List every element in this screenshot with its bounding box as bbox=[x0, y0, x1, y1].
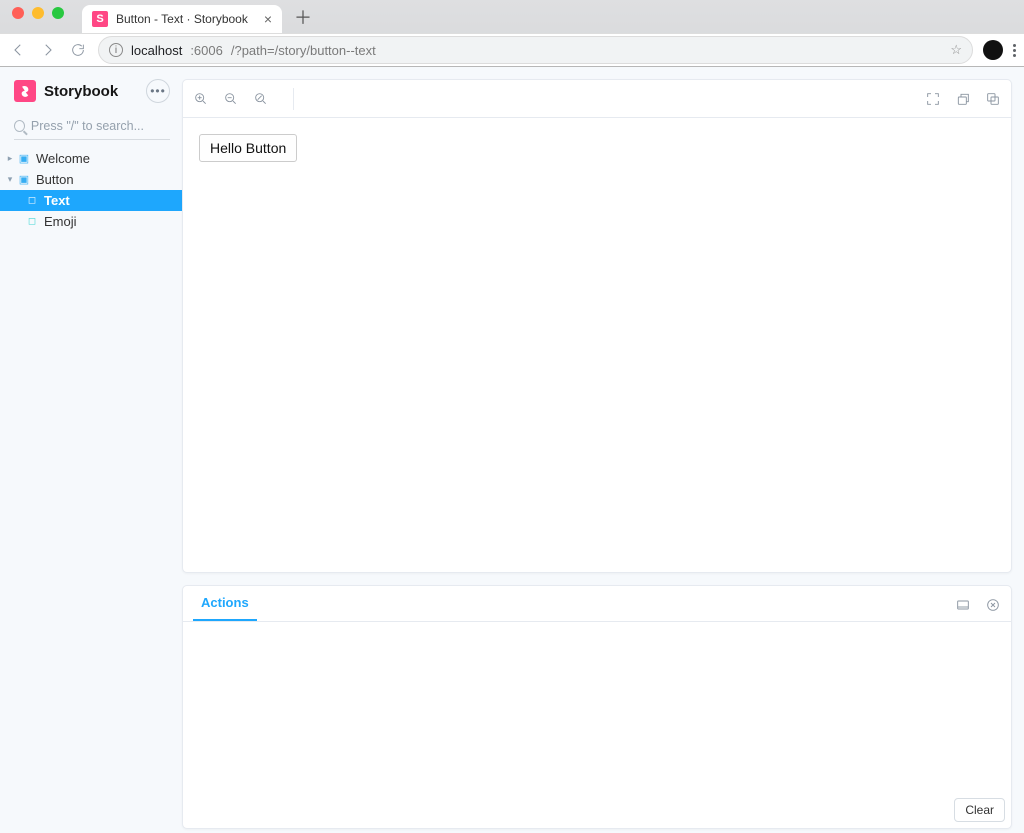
preview-toolbar bbox=[183, 80, 1011, 118]
minimize-window-icon[interactable] bbox=[32, 7, 44, 19]
sidebar-header: Storybook ••• bbox=[0, 79, 182, 113]
component-icon: ▣ bbox=[18, 173, 30, 186]
tree-label: Text bbox=[42, 193, 70, 208]
bookmark-icon[interactable]: ☆ bbox=[950, 42, 962, 58]
url-port: :6006 bbox=[190, 43, 223, 58]
search-icon bbox=[14, 120, 25, 132]
tab-title: Button - Text · Storybook bbox=[116, 12, 248, 26]
site-info-icon[interactable]: i bbox=[109, 43, 123, 57]
new-tab-button[interactable]: ＋ bbox=[290, 4, 316, 30]
storybook-app: Storybook ••• ▸ ▣ Welcome ▾ ▣ Button ◻ T… bbox=[0, 67, 1024, 833]
component-icon: ▣ bbox=[18, 152, 30, 165]
tab-actions[interactable]: Actions bbox=[193, 586, 257, 621]
preview-panel: Hello Button bbox=[182, 79, 1012, 573]
addons-close-icon[interactable] bbox=[985, 597, 1001, 613]
main: Hello Button Actions Clear bbox=[182, 67, 1024, 833]
browser-tab[interactable]: S Button - Text · Storybook × bbox=[82, 5, 282, 33]
zoom-reset-icon[interactable] bbox=[253, 91, 269, 107]
favicon-icon: S bbox=[92, 11, 108, 27]
addons-tabs: Actions bbox=[183, 586, 1011, 622]
caret-down-icon: ▾ bbox=[6, 174, 14, 185]
maximize-window-icon[interactable] bbox=[52, 7, 64, 19]
sidebar-menu-button[interactable]: ••• bbox=[146, 79, 170, 103]
open-isolate-icon[interactable] bbox=[955, 91, 971, 107]
window-controls bbox=[8, 7, 72, 27]
story-tree: ▸ ▣ Welcome ▾ ▣ Button ◻ Text ◻ Emoji bbox=[0, 148, 182, 232]
copy-link-icon[interactable] bbox=[985, 91, 1001, 107]
addons-body: Clear bbox=[183, 622, 1011, 828]
addons-panel: Actions Clear bbox=[182, 585, 1012, 829]
browser-menu-icon[interactable] bbox=[1013, 44, 1016, 57]
zoom-out-icon[interactable] bbox=[223, 91, 239, 107]
tree-group-button[interactable]: ▾ ▣ Button bbox=[0, 169, 182, 190]
tab-strip: S Button - Text · Storybook × ＋ bbox=[0, 0, 1024, 33]
url-path: /?path=/story/button--text bbox=[231, 43, 376, 58]
address-bar[interactable]: i localhost :6006 /?path=/story/button--te… bbox=[98, 36, 973, 64]
tree-story-text[interactable]: ◻ Text bbox=[0, 190, 182, 211]
browser-nav-bar: i localhost :6006 /?path=/story/button--te… bbox=[0, 33, 1024, 66]
zoom-in-icon[interactable] bbox=[193, 91, 209, 107]
tree-label: Button bbox=[34, 172, 74, 187]
close-tab-icon[interactable]: × bbox=[264, 11, 272, 27]
tree-label: Welcome bbox=[34, 151, 90, 166]
search-input[interactable] bbox=[31, 119, 170, 133]
addons-orientation-icon[interactable] bbox=[955, 597, 971, 613]
close-window-icon[interactable] bbox=[12, 7, 24, 19]
caret-right-icon: ▸ bbox=[6, 153, 14, 164]
storybook-logo-icon bbox=[14, 80, 36, 102]
preview-canvas: Hello Button bbox=[183, 118, 1011, 572]
bookmark-icon: ◻ bbox=[26, 195, 38, 206]
bookmark-icon: ◻ bbox=[26, 216, 38, 227]
browser-chrome: S Button - Text · Storybook × ＋ i localh… bbox=[0, 0, 1024, 67]
toolbar-separator bbox=[293, 88, 294, 110]
tree-story-emoji[interactable]: ◻ Emoji bbox=[0, 211, 182, 232]
hello-button[interactable]: Hello Button bbox=[199, 134, 297, 162]
url-host: localhost bbox=[131, 43, 182, 58]
sidebar-search[interactable] bbox=[14, 115, 170, 140]
tree-label: Emoji bbox=[42, 214, 77, 229]
profile-avatar[interactable] bbox=[983, 40, 1003, 60]
forward-button[interactable] bbox=[38, 41, 58, 59]
brand-name: Storybook bbox=[44, 83, 118, 100]
fullscreen-icon[interactable] bbox=[925, 91, 941, 107]
sidebar: Storybook ••• ▸ ▣ Welcome ▾ ▣ Button ◻ T… bbox=[0, 67, 182, 833]
tree-group-welcome[interactable]: ▸ ▣ Welcome bbox=[0, 148, 182, 169]
clear-button[interactable]: Clear bbox=[954, 798, 1005, 822]
back-button[interactable] bbox=[8, 41, 28, 59]
reload-button[interactable] bbox=[68, 42, 88, 58]
